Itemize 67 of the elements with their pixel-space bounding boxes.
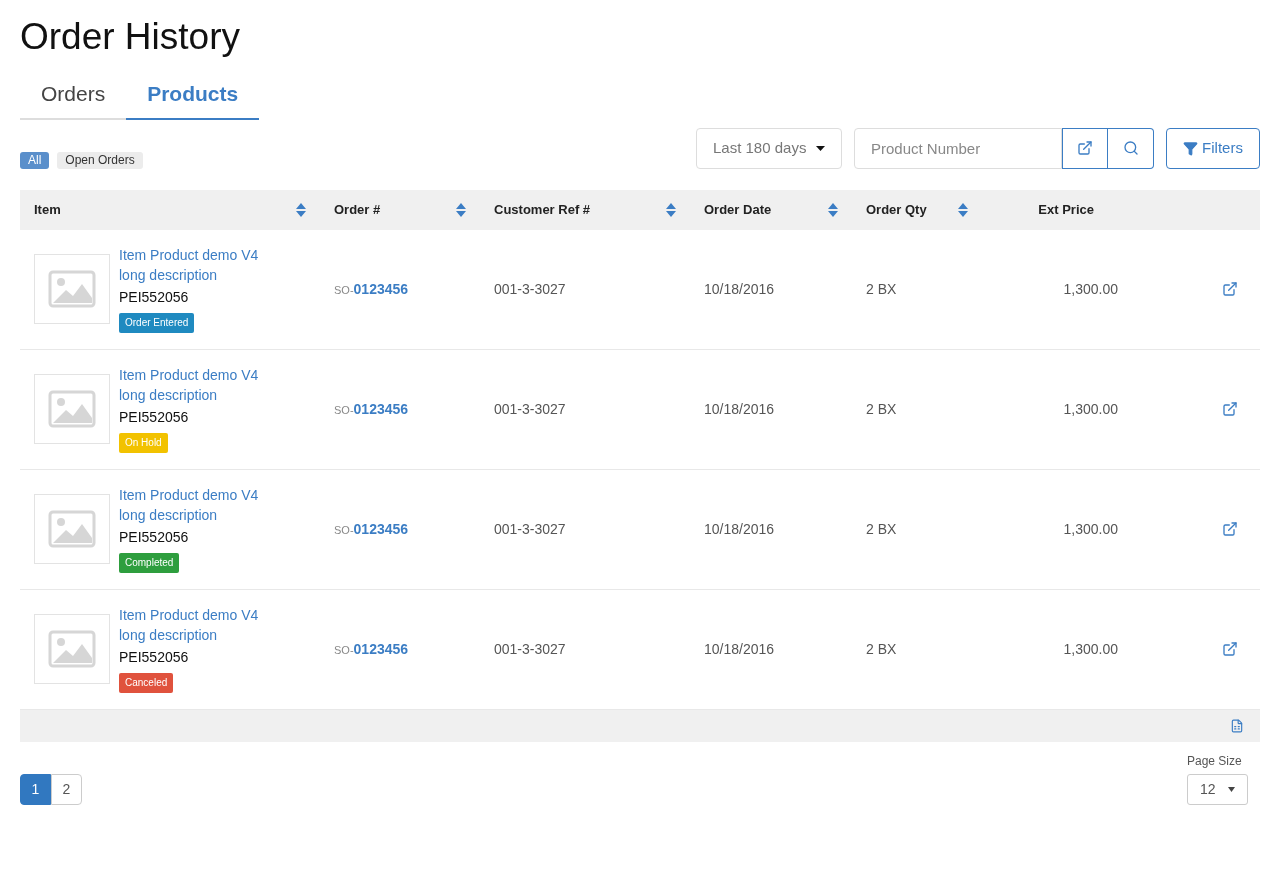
excel-export-icon[interactable]: [1230, 718, 1244, 733]
table-cell: 10/18/2016: [704, 640, 775, 657]
open-link-icon[interactable]: [1222, 521, 1238, 537]
search-button[interactable]: [1108, 127, 1154, 169]
product-sku: PEI552056: [119, 648, 190, 667]
open-link-icon[interactable]: [1222, 281, 1238, 297]
page-size-dropdown[interactable]: 12: [1187, 773, 1248, 805]
product-sku: PEI552056: [119, 408, 190, 427]
product-sku: PEI552056: [119, 288, 190, 307]
column-header: Order Qty: [866, 200, 927, 219]
table-cell: 001-3-3027: [494, 280, 566, 297]
search-icon: [1122, 140, 1139, 156]
caret-icon: [1228, 786, 1235, 792]
open-link-button[interactable]: [1062, 127, 1108, 169]
table-cell: 001-3-3027: [494, 640, 566, 657]
product-link[interactable]: Item Product demo V4 long description: [119, 605, 279, 645]
product-link[interactable]: Item Product demo V4 long description: [119, 245, 279, 285]
column-header: Order #: [334, 200, 381, 219]
product-sku: PEI552056: [119, 528, 190, 547]
sort-icon[interactable]: [666, 202, 676, 217]
table-cell: 10/18/2016: [704, 400, 775, 417]
tab[interactable]: Products: [126, 78, 260, 120]
table-cell: 2 BX: [866, 280, 897, 297]
table-cell: 10/18/2016: [704, 280, 775, 297]
sort-icon[interactable]: [958, 202, 968, 217]
column-header: Order Date: [704, 200, 772, 219]
page-button[interactable]: 1: [20, 773, 51, 805]
page-size-label: Page Size: [1187, 752, 1242, 770]
order-link[interactable]: SO-0123456: [334, 640, 409, 657]
order-link[interactable]: SO-0123456: [334, 520, 409, 537]
sort-icon[interactable]: [828, 202, 838, 217]
order-link[interactable]: SO-0123456: [334, 280, 409, 297]
product-link[interactable]: Item Product demo V4 long description: [119, 485, 279, 525]
filter-pill[interactable]: Open Orders: [57, 151, 143, 169]
status-badge: Order Entered: [119, 313, 195, 333]
filter-icon: [1183, 140, 1199, 156]
table-cell-text: 1,300.00: [1063, 399, 1118, 419]
status-badge: Canceled: [119, 673, 174, 693]
table-cell: 10/18/2016: [704, 520, 775, 537]
page-title: Order History: [20, 15, 241, 59]
caret-icon: [816, 145, 825, 151]
table-cell: 2 BX: [866, 400, 897, 417]
order-link[interactable]: SO-0123456: [334, 400, 409, 417]
table-cell: 2 BX: [866, 640, 897, 657]
open-link-icon[interactable]: [1222, 641, 1238, 657]
tab[interactable]: Orders: [20, 78, 127, 120]
table-cell-text: 1,300.00: [1063, 639, 1118, 659]
table-cell: 001-3-3027: [494, 520, 566, 537]
open-link-icon[interactable]: [1222, 401, 1238, 417]
filters-button[interactable]: Filters: [1166, 127, 1260, 169]
date-range-dropdown[interactable]: Last 180 days: [696, 127, 842, 169]
sort-icon[interactable]: [456, 202, 466, 217]
table-cell: 2 BX: [866, 520, 897, 537]
product-link[interactable]: Item Product demo V4 long description: [119, 365, 279, 405]
column-header: Item: [34, 200, 61, 219]
filter-pill[interactable]: All: [20, 151, 50, 169]
sort-icon[interactable]: [296, 202, 306, 217]
column-header: Customer Ref #: [494, 200, 591, 219]
table-cell-text: 1,300.00: [1063, 279, 1118, 299]
status-badge: On Hold: [119, 433, 168, 453]
table-cell: 001-3-3027: [494, 400, 566, 417]
search-field[interactable]: Product Number: [854, 127, 1062, 169]
open-link-icon: [1077, 140, 1093, 156]
status-badge: Completed: [119, 553, 180, 573]
column-header: Ext Price: [1038, 200, 1094, 219]
page-button[interactable]: 2: [51, 773, 82, 805]
table-cell-text: 1,300.00: [1063, 519, 1118, 539]
